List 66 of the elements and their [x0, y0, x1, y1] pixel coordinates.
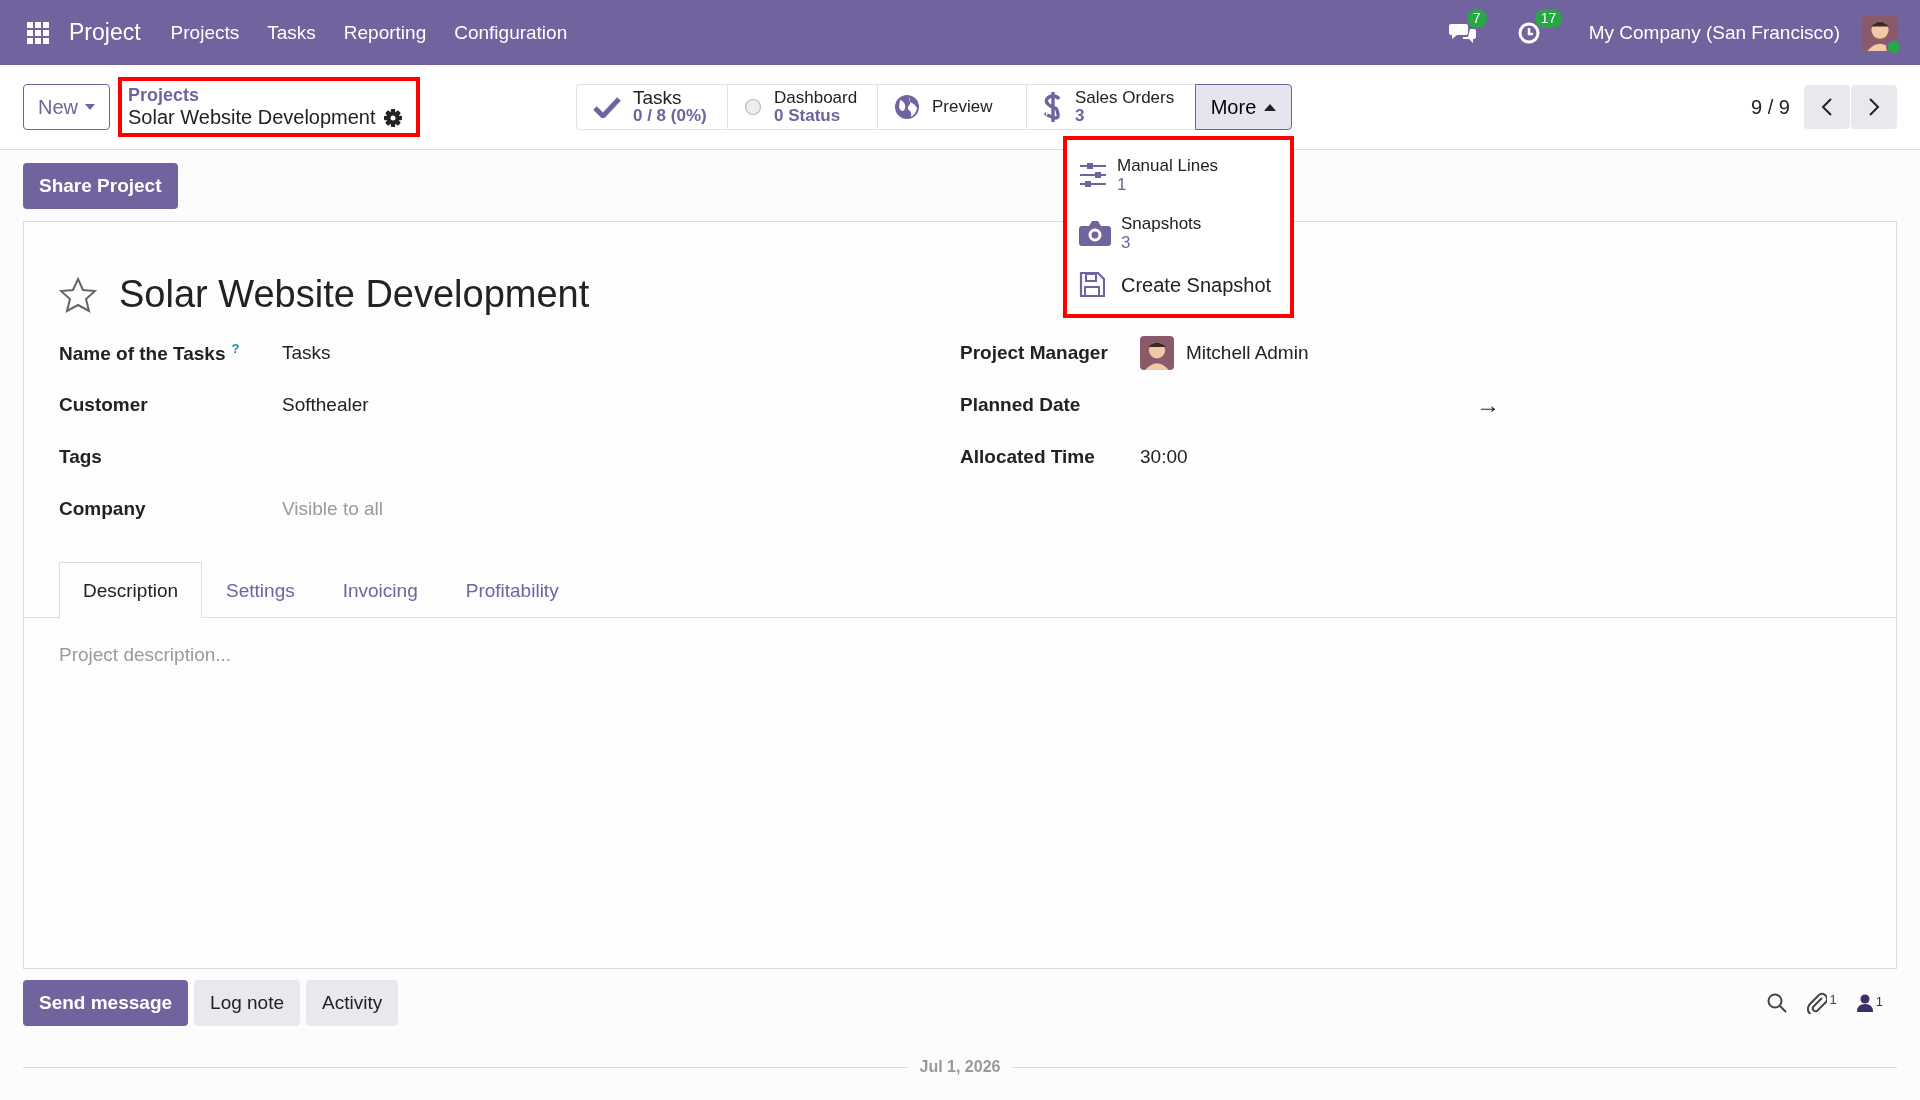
dollar-icon	[1043, 91, 1063, 123]
attachment-count: 1	[1829, 992, 1837, 1007]
date-separator: Jul 1, 2026	[907, 1058, 1013, 1076]
menu-item[interactable]: Snapshots 3	[1067, 204, 1290, 262]
tab[interactable]: Settings	[202, 562, 319, 618]
gear-icon[interactable]	[383, 108, 402, 127]
field-label: Allocated Time	[960, 446, 1095, 467]
smart-button[interactable]: Dashboard 0 Status	[727, 84, 877, 130]
star-icon[interactable]	[59, 276, 97, 313]
record-name: Solar Website Development	[128, 106, 376, 129]
previous-button[interactable]	[1804, 85, 1850, 129]
caret-icon	[1264, 103, 1277, 111]
globe-icon	[894, 94, 920, 120]
field-value[interactable]: Mitchell Admin	[1186, 342, 1309, 364]
tab[interactable]: Invoicing	[318, 562, 442, 618]
menu-item[interactable]: Tasks	[267, 21, 316, 44]
field-value[interactable]: Tasks	[282, 342, 331, 364]
smart-button[interactable]: Tasks 0 / 8 (0%)	[576, 84, 727, 130]
menu-item[interactable]: Projects	[170, 21, 240, 44]
field-label: Tags	[59, 446, 102, 467]
avatar	[1862, 14, 1898, 51]
smart-button[interactable]: Preview	[877, 84, 1026, 130]
arrow-icon: →	[1476, 391, 1500, 419]
app-title[interactable]: Project	[69, 19, 141, 46]
menu-item[interactable]: Manual Lines 1	[1067, 146, 1290, 204]
field-label: Customer	[59, 394, 148, 415]
search-icon[interactable]	[1766, 993, 1787, 1013]
paperclip-icon[interactable]	[1806, 992, 1827, 1014]
breadcrumb-link[interactable]: Projects	[128, 85, 408, 106]
counter-badge: 17	[1534, 8, 1563, 28]
chatter-button[interactable]: Activity	[306, 980, 399, 1026]
field-label: Planned Date	[960, 394, 1081, 415]
field-label: Project Manager	[960, 342, 1108, 363]
field-value[interactable]: 30:00	[1140, 446, 1188, 468]
more-button[interactable]: More	[1195, 84, 1292, 130]
field-label: Name of the Tasks	[59, 343, 226, 365]
clock-icon[interactable]	[1516, 20, 1541, 45]
share-button[interactable]: Share Project	[23, 163, 178, 209]
radio-icon	[744, 98, 762, 116]
chatter-button[interactable]: Send message	[23, 980, 189, 1026]
field-label: Company	[59, 498, 146, 519]
tab[interactable]: Description	[59, 562, 203, 618]
record-title: Solar Website Development	[119, 273, 590, 316]
company-switcher[interactable]: My Company (San Francisco)	[1588, 21, 1840, 44]
next-button[interactable]	[1851, 85, 1897, 129]
pager-counter: 9 / 9	[1751, 95, 1790, 119]
chatter-button[interactable]: Log note	[194, 980, 301, 1026]
person-icon[interactable]	[1856, 994, 1873, 1012]
caret-icon	[85, 104, 95, 110]
tab[interactable]: Profitability	[441, 562, 583, 618]
sliders-icon	[1079, 163, 1107, 187]
avatar	[1140, 336, 1174, 370]
camera-icon	[1079, 220, 1111, 246]
counter-badge: 7	[1466, 8, 1487, 28]
field-placeholder[interactable]: Visible to all	[282, 498, 384, 520]
check-icon	[593, 96, 621, 118]
new-button[interactable]: New	[23, 84, 110, 130]
follower-count: 1	[1875, 994, 1883, 1009]
description-placeholder[interactable]: Project description...	[59, 644, 232, 665]
help-tooltip[interactable]: ?	[231, 340, 240, 356]
field-value[interactable]: Softhealer	[282, 394, 369, 416]
apps-menu-icon[interactable]	[27, 21, 49, 44]
smart-button[interactable]: Sales Orders 3	[1026, 84, 1195, 130]
menu-item[interactable]: Create Snapshot	[1067, 262, 1290, 308]
menu-item[interactable]: Reporting	[343, 21, 427, 44]
menu-item[interactable]: Configuration	[454, 21, 568, 44]
